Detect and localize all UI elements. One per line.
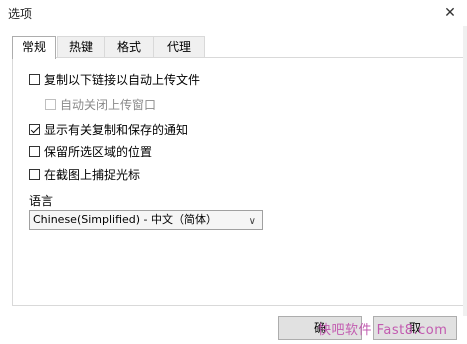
tab-general[interactable]: 常规	[12, 36, 56, 59]
capture-cursor-label: 在截图上捕捉光标	[44, 167, 141, 182]
tab-format[interactable]: 格式	[104, 36, 154, 58]
tab-hotkeys[interactable]: 热键	[57, 36, 105, 58]
window-title: 选项	[8, 7, 33, 21]
show-notifications-label: 显示有关复制和保存的通知	[44, 122, 189, 137]
keep-region-checkbox[interactable]	[29, 145, 40, 157]
chevron-down-icon: ∨	[248, 216, 256, 227]
option-keep-region[interactable]: 保留所选区域的位置	[29, 142, 152, 160]
language-select[interactable]: Chinese(Simplified) - 中文（简体） ∨	[29, 210, 263, 230]
option-auto-close: 自动关闭上传窗口	[45, 95, 156, 113]
language-selected-value: Chinese(Simplified) - 中文（简体）	[33, 213, 218, 226]
language-label: 语言	[29, 194, 54, 208]
general-panel: 复制以下链接以自动上传文件 自动关闭上传窗口 显示有关复制和保存的通知 保留所选…	[12, 57, 465, 306]
auto-upload-label: 复制以下链接以自动上传文件	[44, 72, 201, 87]
close-icon[interactable]: ✕	[437, 3, 463, 23]
show-notifications-checkbox[interactable]	[29, 123, 40, 135]
auto-close-label: 自动关闭上传窗口	[60, 97, 157, 112]
auto-upload-checkbox[interactable]	[29, 73, 40, 85]
title-bar: 选项 ✕	[0, 0, 467, 26]
watermark-text: 快吧软件 Fast8.com	[318, 323, 448, 338]
scrollbar[interactable]	[463, 26, 467, 316]
tab-proxy[interactable]: 代理	[153, 36, 205, 58]
option-auto-upload[interactable]: 复制以下链接以自动上传文件	[29, 70, 200, 88]
option-show-notifications[interactable]: 显示有关复制和保存的通知	[29, 120, 188, 138]
keep-region-label: 保留所选区域的位置	[44, 144, 153, 159]
capture-cursor-checkbox[interactable]	[29, 168, 40, 180]
option-capture-cursor[interactable]: 在截图上捕捉光标	[29, 165, 140, 183]
auto-close-checkbox	[45, 98, 56, 110]
